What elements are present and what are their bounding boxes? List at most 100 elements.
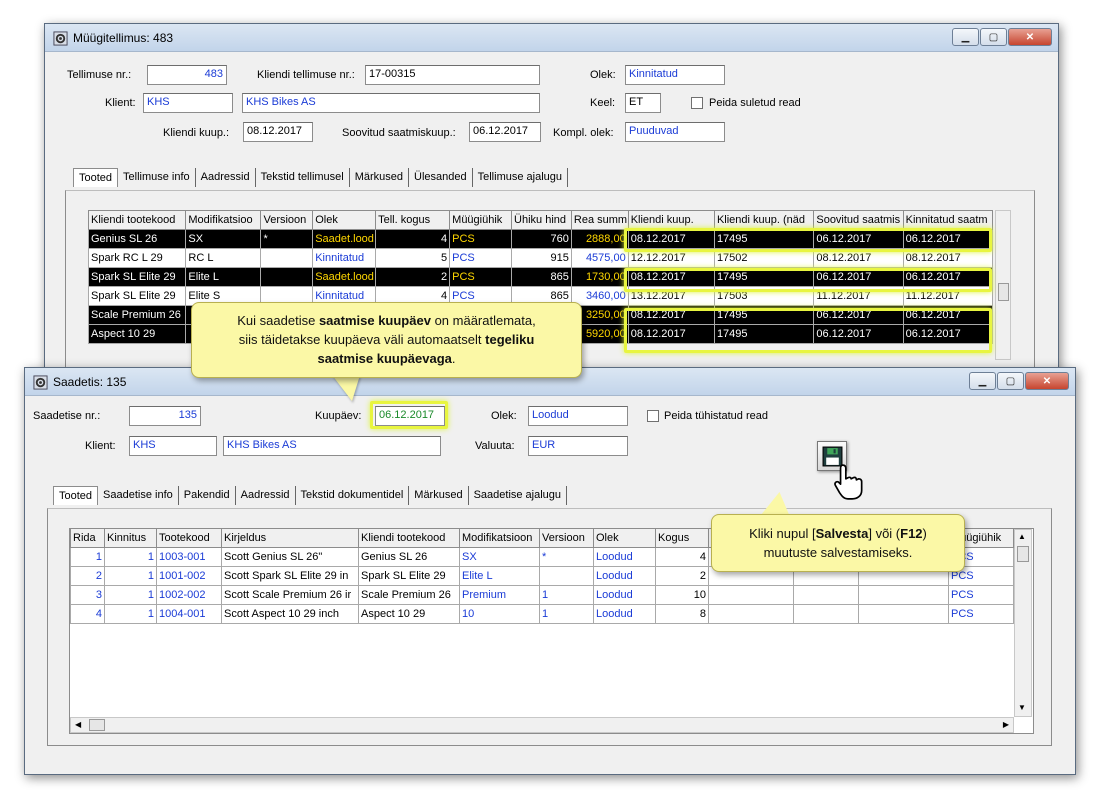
cell: 2 [655,566,709,586]
ship-client-name-field[interactable]: KHS Bikes AS [223,436,441,456]
ship-no-field[interactable]: 135 [129,406,201,426]
col-header[interactable]: Olek [593,528,656,548]
scroll-up-icon[interactable]: ▲ [1018,532,1026,541]
tab-tellimuse-info[interactable]: Tellimuse info [118,168,196,187]
shipment-horizontal-scrollbar[interactable]: ◀ ▶ [70,717,1014,733]
cell: 10 [655,585,709,605]
table-row[interactable]: 4 1 1004-001 Scott Aspect 10 29 inch Asp… [70,604,1014,624]
cell [793,604,859,624]
tab-tekstid[interactable]: Tekstid tellimusel [256,168,350,187]
highlight-row-1 [624,228,992,252]
language-field[interactable]: ET [625,93,661,113]
order-status-field[interactable]: Kinnitatud [625,65,725,85]
col-header[interactable]: Kinnitatud saatm [902,210,994,230]
callout-text: ) [922,526,927,541]
tab-ajalugu[interactable]: Saadetise ajalugu [469,486,568,505]
cell: 3 [70,585,105,605]
scroll-left-icon[interactable]: ◀ [75,720,81,729]
callout-bold: tegeliku [485,332,535,347]
col-header[interactable]: Kinnitus [104,528,157,548]
col-header[interactable]: Rea summ [570,210,629,230]
cell: 1 [539,604,594,624]
tab-pakendid[interactable]: Pakendid [179,486,236,505]
hide-closed-checkbox[interactable] [691,97,703,109]
col-header[interactable]: Müügiühik [449,210,513,230]
shipment-vertical-scrollbar[interactable]: ▲ ▼ [1014,529,1032,717]
col-header[interactable]: Olek [312,210,377,230]
col-header[interactable]: Versioon [260,210,314,230]
tab-ajalugu[interactable]: Tellimuse ajalugu [473,168,569,187]
cell: RC L [185,248,262,268]
table-row[interactable]: 3 1 1002-002 Scott Scale Premium 26 ir S… [70,585,1014,605]
client-date-field[interactable]: 08.12.2017 [243,122,313,142]
hide-cancelled-label: Peida tühistatud read [664,410,768,422]
col-header[interactable]: Kliendi tootekood [87,210,187,230]
col-header[interactable]: Modifikatsioo [185,210,262,230]
col-header[interactable]: Versioon [539,528,594,548]
cell: 2888,00 [570,229,629,249]
col-header[interactable]: Kliendi tootekood [358,528,460,548]
cell: 4 [655,547,709,567]
col-header[interactable]: Tell. kogus [375,210,451,230]
maximize-button[interactable]: ▢ [997,372,1024,390]
cell: Scale Premium 26 [87,305,187,325]
ship-client-code-field[interactable]: KHS [129,436,217,456]
order-table-scrollbar[interactable] [995,210,1011,360]
currency-label: Valuuta: [475,440,515,452]
col-header[interactable]: Soovitud saatmis [813,210,904,230]
scroll-thumb[interactable] [998,283,1009,301]
maximize-button[interactable]: ▢ [980,28,1007,46]
ship-status-field[interactable]: Loodud [528,406,628,426]
tab-tekstid[interactable]: Tekstid dokumentidel [296,486,410,505]
cell: Saadet.lood [312,229,377,249]
scroll-right-icon[interactable]: ▶ [1003,720,1009,729]
hide-closed-label: Peida suletud read [709,97,801,109]
tab-markused[interactable]: Märkused [409,486,469,505]
cell [260,248,314,268]
tab-tooted[interactable]: Tooted [53,486,99,505]
tab-tooted[interactable]: Tooted [73,168,119,187]
client-order-no-field[interactable]: 17-00315 [365,65,540,85]
tab-ulesanded[interactable]: Ülesanded [409,168,473,187]
cell: SX [185,229,262,249]
order-no-field[interactable]: 483 [147,65,227,85]
client-code-field[interactable]: KHS [143,93,233,113]
cell: PCS [948,604,1014,624]
col-header[interactable]: Ühiku hind [511,210,572,230]
col-header[interactable]: Tootekood [156,528,222,548]
callout-text: muutuste salvestamiseks. [763,545,913,560]
client-name-field[interactable]: KHS Bikes AS [242,93,540,113]
col-header[interactable]: Kogus [655,528,709,548]
scroll-thumb[interactable] [1017,546,1029,562]
currency-field[interactable]: EUR [528,436,628,456]
col-header[interactable]: Kliendi kuup. [627,210,715,230]
order-tabs: Tooted Tellimuse info Aadressid Tekstid … [73,168,569,187]
tab-aadressid[interactable]: Aadressid [236,486,296,505]
cell: 1003-001 [156,547,222,567]
col-header[interactable]: Kliendi kuup. (näd [713,210,815,230]
kompl-field[interactable]: Puuduvad [625,122,725,142]
tab-markused[interactable]: Märkused [350,168,410,187]
cell: Kinnitatud [312,248,377,268]
tab-aadressid[interactable]: Aadressid [196,168,256,187]
cell: 1730,00 [570,267,629,287]
scroll-down-icon[interactable]: ▼ [1018,703,1026,712]
cell: Spark SL Elite 29 [87,286,187,306]
close-button[interactable]: ✕ [1025,372,1069,390]
col-header[interactable]: Kirjeldus [221,528,359,548]
callout-text: siis täidetakse kuupäeva väli automaatse… [238,332,486,347]
col-header[interactable]: Rida [70,528,105,548]
minimize-button[interactable]: ▁ [952,28,979,46]
tab-saadetise-info[interactable]: Saadetise info [98,486,179,505]
cell: SX [459,547,540,567]
col-header[interactable]: Modifikatsioon [459,528,540,548]
hide-cancelled-checkbox[interactable] [647,410,659,422]
scroll-thumb[interactable] [89,719,105,731]
cell: 1 [539,585,594,605]
cell: 760 [511,229,572,249]
cell [858,585,949,605]
desired-ship-field[interactable]: 06.12.2017 [469,122,541,142]
minimize-button[interactable]: ▁ [969,372,996,390]
cell [858,604,949,624]
close-button[interactable]: ✕ [1008,28,1052,46]
